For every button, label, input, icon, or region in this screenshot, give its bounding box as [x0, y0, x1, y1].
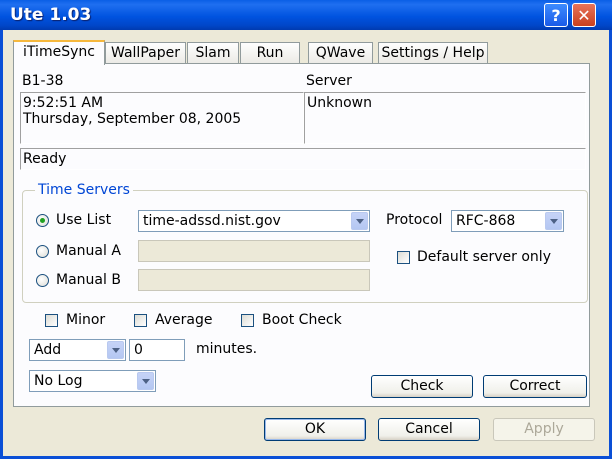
chevron-down-icon[interactable] [351, 212, 368, 230]
average-label[interactable]: Average [155, 312, 213, 328]
manual-b-label[interactable]: Manual B [56, 272, 121, 288]
computer-name: B1-38 [22, 73, 64, 89]
current-time: 9:52:51 AM [23, 95, 104, 111]
minor-checkbox[interactable] [45, 314, 58, 327]
tab-wallpaper[interactable]: WallPaper [105, 42, 186, 63]
tab-settings-help[interactable]: Settings / Help [378, 42, 488, 63]
manual-a-radio[interactable] [36, 245, 49, 258]
title-bar[interactable] [0, 0, 612, 30]
offset-minutes-value: 0 [134, 342, 143, 358]
boot-check-label[interactable]: Boot Check [262, 312, 342, 328]
server-list-dropdown[interactable]: time-adssd.nist.gov [138, 210, 370, 232]
radio-selected-dot [40, 218, 45, 223]
tab-slam[interactable]: Slam [187, 42, 239, 63]
window-title: Ute 1.03 [10, 5, 92, 25]
current-date: Thursday, September 08, 2005 [23, 111, 242, 127]
correct-button[interactable]: Correct [483, 375, 587, 398]
tab-itimesync[interactable]: iTimeSync [13, 40, 105, 65]
default-server-only-checkbox[interactable] [397, 251, 410, 264]
server-label: Server [306, 73, 352, 89]
protocol-value: RFC-868 [456, 213, 516, 229]
time-servers-title: Time Servers [35, 182, 133, 198]
minor-label[interactable]: Minor [66, 312, 105, 328]
manual-b-field[interactable] [138, 269, 370, 291]
server-value: Unknown [307, 95, 372, 111]
log-value: No Log [34, 373, 83, 389]
protocol-label: Protocol [386, 212, 443, 228]
status-bar [20, 148, 586, 170]
use-list-radio[interactable] [36, 214, 49, 227]
help-button[interactable]: ? [544, 3, 568, 27]
ok-button[interactable]: OK [264, 418, 366, 441]
average-checkbox[interactable] [134, 314, 147, 327]
protocol-dropdown[interactable]: RFC-868 [451, 210, 564, 232]
tab-run[interactable]: Run [240, 42, 300, 63]
manual-b-radio[interactable] [36, 274, 49, 287]
tab-qwave[interactable]: QWave [308, 42, 373, 63]
use-list-label[interactable]: Use List [56, 212, 111, 228]
chevron-down-icon[interactable] [137, 372, 154, 390]
chevron-down-icon[interactable] [107, 341, 124, 359]
status-text: Ready [23, 151, 67, 167]
cancel-button[interactable]: Cancel [378, 418, 480, 441]
manual-a-field[interactable] [138, 240, 370, 262]
check-button[interactable]: Check [371, 375, 473, 398]
boot-check-checkbox[interactable] [241, 314, 254, 327]
default-server-only-label[interactable]: Default server only [417, 249, 551, 265]
apply-button[interactable]: Apply [493, 418, 595, 441]
offset-mode-value: Add [34, 342, 62, 358]
chevron-down-icon[interactable] [545, 212, 562, 230]
close-button[interactable]: ✕ [572, 3, 596, 27]
server-list-value: time-adssd.nist.gov [143, 213, 281, 229]
minutes-label: minutes. [196, 341, 258, 357]
offset-minutes-input[interactable]: 0 [129, 339, 185, 361]
manual-a-label[interactable]: Manual A [56, 243, 121, 259]
offset-mode-dropdown[interactable]: Add [29, 339, 126, 361]
log-dropdown[interactable]: No Log [29, 370, 156, 392]
